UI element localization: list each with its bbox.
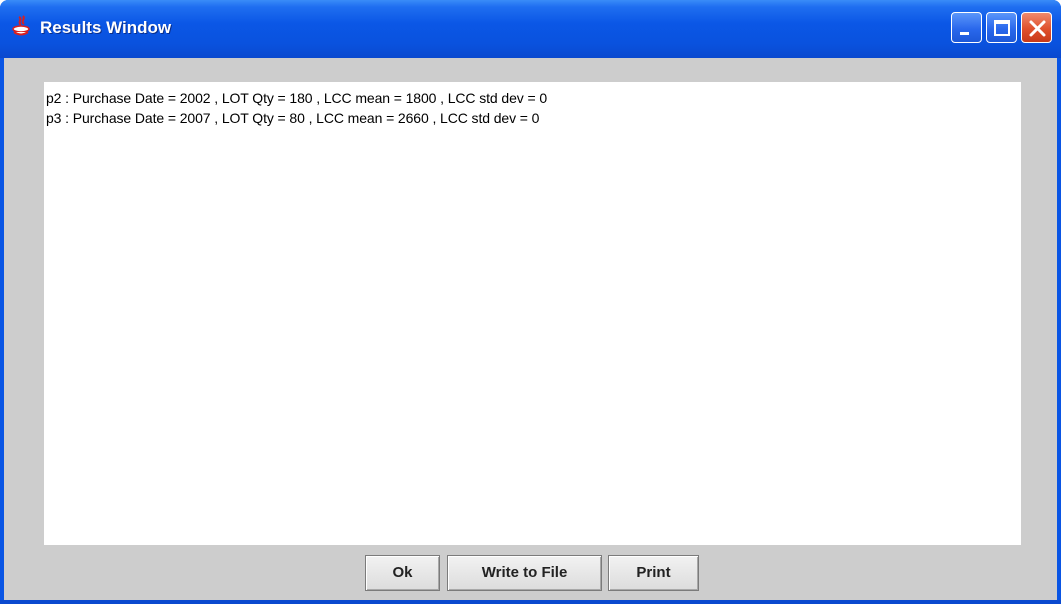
window-bottom-border <box>0 600 1061 604</box>
result-line: p3 : Purchase Date = 2007 , LOT Qty = 80… <box>46 110 540 126</box>
result-line: p2 : Purchase Date = 2002 , LOT Qty = 18… <box>46 90 548 106</box>
results-text-area[interactable]: p2 : Purchase Date = 2002 , LOT Qty = 18… <box>44 82 1021 545</box>
maximize-button[interactable] <box>986 12 1017 43</box>
button-bar: Ok Write to File Print <box>4 555 1057 591</box>
close-button[interactable] <box>1021 12 1052 43</box>
close-icon <box>1029 20 1046 37</box>
java-app-icon <box>12 15 30 36</box>
write-to-file-button[interactable]: Write to File <box>447 555 602 591</box>
ok-button[interactable]: Ok <box>365 555 440 591</box>
maximize-icon <box>994 20 1010 36</box>
window-content: p2 : Purchase Date = 2002 , LOT Qty = 18… <box>4 58 1057 600</box>
title-bar[interactable]: Results Window <box>0 0 1061 58</box>
minimize-button[interactable] <box>951 12 982 43</box>
minimize-icon <box>960 32 969 35</box>
print-button[interactable]: Print <box>608 555 699 591</box>
results-window: Results Window p2 : Purchase Date = 2002… <box>0 0 1061 604</box>
window-title: Results Window <box>40 18 172 37</box>
